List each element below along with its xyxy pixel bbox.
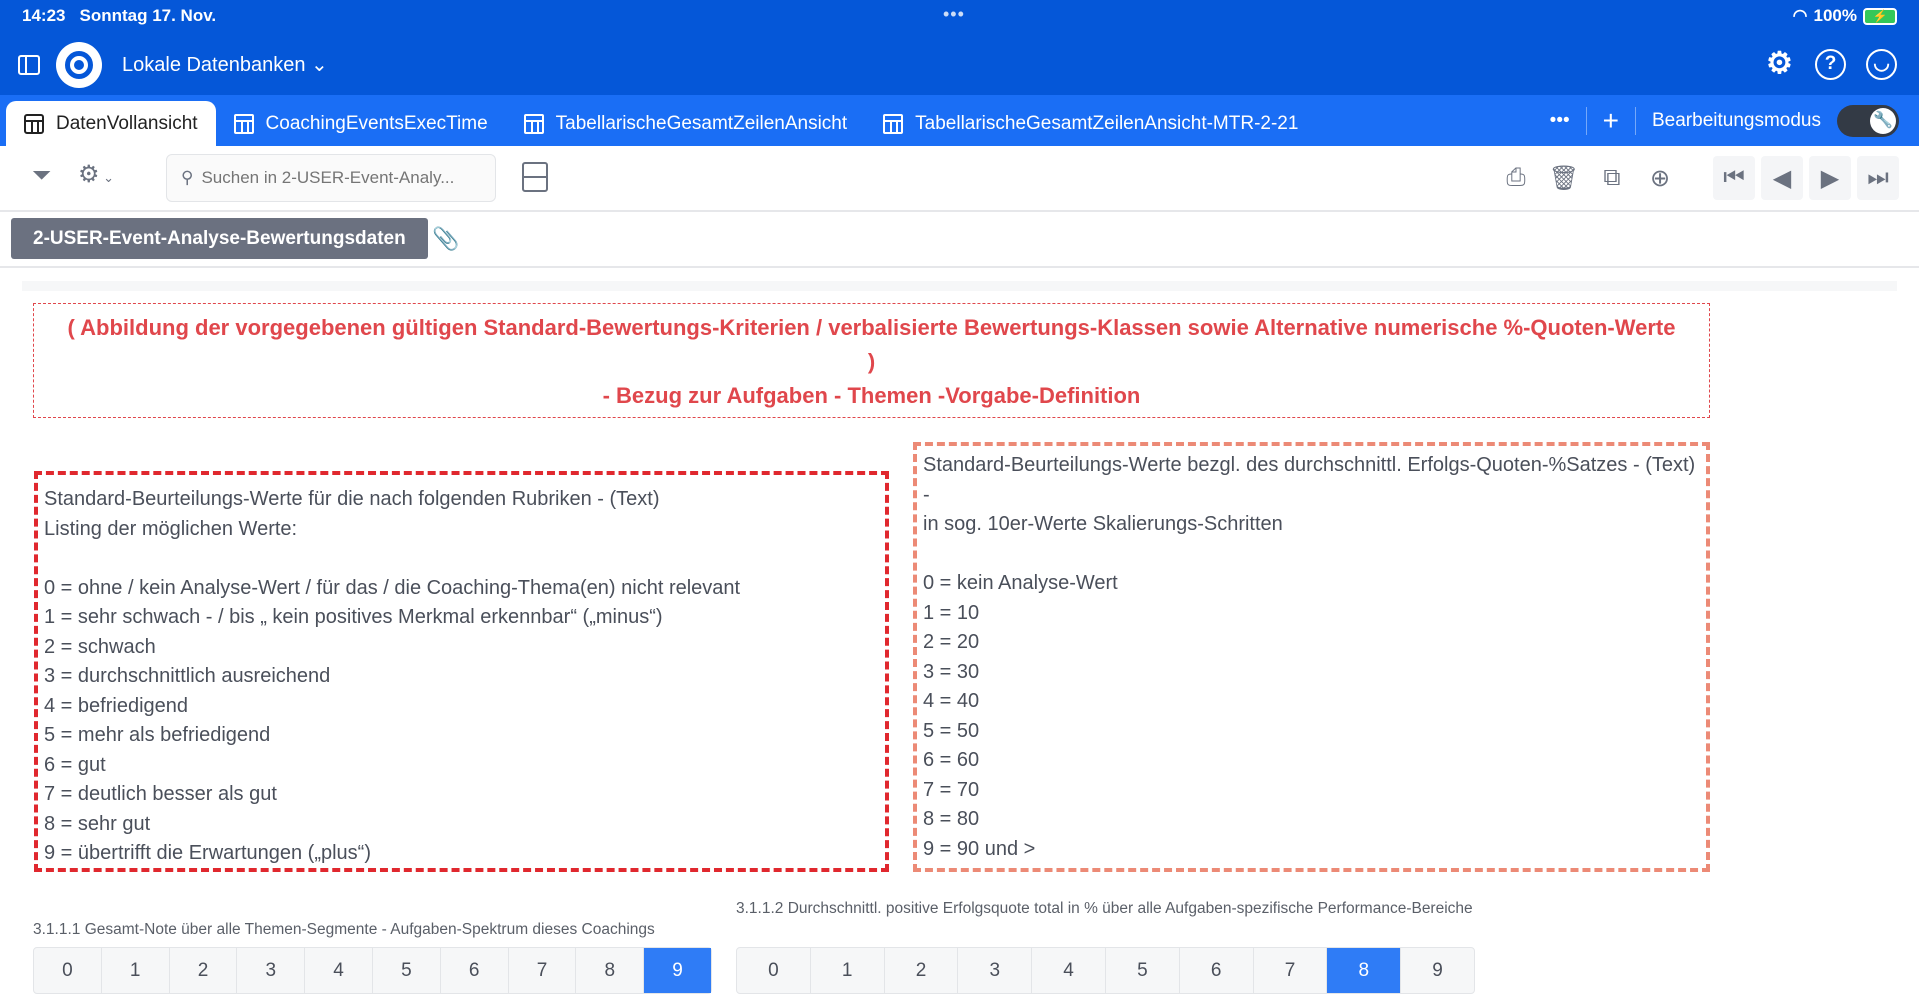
previous-record-icon[interactable]: ◀ [1761, 156, 1803, 200]
field1-option[interactable]: 4 [305, 948, 373, 993]
next-record-icon[interactable]: ▶ [1809, 156, 1851, 200]
field2-option[interactable]: 7 [1254, 948, 1328, 993]
field2-option[interactable]: 0 [737, 948, 811, 993]
tab-label: TabellarischeGesamtZeilenAnsicht [555, 112, 848, 134]
field1-option[interactable]: 2 [170, 948, 238, 993]
field2-option[interactable]: 2 [885, 948, 959, 993]
banner-title: ( Abbildung der vorgegebenen gültigen St… [67, 315, 1676, 374]
tab-label: CoachingEventsExecTime [265, 112, 488, 134]
criteria-banner: ( Abbildung der vorgegebenen gültigen St… [33, 303, 1710, 418]
rating-values-text: Standard-Beurteilungs-Werte für die nach… [44, 488, 741, 864]
wifi-icon: ◠ [1792, 6, 1808, 25]
tab-bar: DatenVollansicht CoachingEventsExecTime … [0, 95, 1919, 146]
percent-values-text: Standard-Beurteilungs-Werte bezgl. des d… [923, 454, 1696, 860]
edit-mode-toggle[interactable]: 🔧 [1837, 104, 1899, 137]
sidebar-toggle-icon[interactable] [18, 54, 40, 75]
help-icon[interactable]: ? [1815, 49, 1846, 80]
field2-label: 3.1.1.2 Durchschnittl. positive Erfolgsq… [736, 900, 1473, 917]
more-tabs-button[interactable]: ••• [1550, 110, 1570, 132]
field2-option[interactable]: 8 [1327, 948, 1402, 993]
copy-icon[interactable]: ⧉ [1591, 156, 1633, 200]
record-title-tab[interactable]: 2-USER-Event-Analyse-Bewertungsdaten [11, 218, 428, 259]
field1-option[interactable]: 7 [509, 948, 577, 993]
chevron-down-icon: ⌄ [311, 54, 328, 76]
field1-option[interactable]: 0 [34, 948, 102, 993]
database-selector[interactable]: Lokale Datenbanken ⌄ [122, 52, 328, 77]
app-logo [56, 41, 102, 88]
attachment-icon[interactable]: 📎 [432, 226, 459, 252]
field2-option[interactable]: 6 [1180, 948, 1254, 993]
table-icon [883, 113, 904, 134]
table-icon [523, 113, 544, 134]
status-time: 14:23 [22, 6, 66, 25]
record-bar: 2-USER-Event-Analyse-Bewertungsdaten 📎 [0, 212, 1919, 268]
field1-option[interactable]: 1 [102, 948, 170, 993]
add-tab-button[interactable]: + [1603, 105, 1619, 137]
field2-option[interactable]: 4 [1032, 948, 1106, 993]
tab-tabellarische-gesamtzeilenansicht-mtr[interactable]: TabellarischeGesamtZeilenAnsicht-MTR-2-2… [865, 101, 1316, 146]
field1-label: 3.1.1.1 Gesamt-Note über alle Themen-Seg… [33, 921, 655, 938]
field2-option[interactable]: 3 [958, 948, 1033, 993]
tab-tabellarische-gesamtzeilenansicht[interactable]: TabellarischeGesamtZeilenAnsicht [506, 101, 865, 146]
account-icon[interactable]: ◡ [1866, 49, 1897, 80]
add-record-icon[interactable]: ⊕ [1639, 156, 1681, 200]
divider [1635, 106, 1636, 135]
search-field[interactable]: ⚲ [166, 154, 496, 202]
edit-mode-label: Bearbeitungsmodus [1652, 109, 1821, 131]
tab-label: DatenVollansicht [56, 112, 198, 134]
tab-label: TabellarischeGesamtZeilenAnsicht-MTR-2-2… [915, 112, 1299, 134]
multitasking-dots-icon[interactable]: ••• [943, 4, 965, 25]
percent-values-box: Standard-Beurteilungs-Werte bezgl. des d… [913, 442, 1710, 872]
first-record-icon[interactable]: ⏮ [1713, 156, 1755, 200]
trash-icon[interactable]: 🗑 [1543, 156, 1585, 200]
tab-datenvollansicht[interactable]: DatenVollansicht [6, 101, 216, 146]
field2-option[interactable]: 9 [1401, 948, 1474, 993]
print-icon[interactable]: ⎙ [1495, 156, 1537, 200]
filter-icon[interactable]: ⏷ [32, 162, 51, 190]
content-separator [22, 281, 1897, 291]
divider [1585, 106, 1587, 135]
banner-subtitle: - Bezug zur Aufgaben - Themen -Vorgabe-D… [602, 383, 1141, 408]
field1-option[interactable]: 9 [644, 948, 711, 993]
battery-percent: 100% [1813, 6, 1857, 25]
field2-segmented-control: 0123456789 [736, 947, 1475, 994]
status-date: Sonntag 17. Nov. [79, 6, 217, 25]
field1-segmented-control: 0123456789 [33, 947, 712, 994]
search-input[interactable] [201, 168, 482, 188]
layout-icon[interactable] [522, 162, 548, 192]
status-bar: 14:23 Sonntag 17. Nov. [22, 6, 230, 26]
rating-values-box: Standard-Beurteilungs-Werte für die nach… [34, 471, 889, 872]
field1-option[interactable]: 8 [576, 948, 645, 993]
search-icon: ⚲ [181, 168, 194, 187]
table-icon [233, 113, 254, 134]
toolbar: ⏷ ⚙ ⌄ ⚲ ⎙ 🗑 ⧉ ⊕ ⏮ ◀ ▶ ⏭ [0, 146, 1919, 212]
database-name: Lokale Datenbanken [122, 54, 306, 76]
top-bar: 14:23 Sonntag 17. Nov. ••• ◠ 100% ⚡ Lokale … [0, 0, 1919, 95]
settings-gear-icon[interactable]: ⚙ [1764, 49, 1795, 80]
field1-option[interactable]: 3 [237, 948, 306, 993]
document-icon [24, 113, 44, 134]
battery-icon: ⚡ [1863, 7, 1897, 25]
last-record-icon[interactable]: ⏭ [1857, 156, 1899, 200]
field1-option[interactable]: 5 [373, 948, 441, 993]
tab-coachingeventsexectime[interactable]: CoachingEventsExecTime [216, 101, 506, 146]
settings-menu-icon[interactable]: ⚙ ⌄ [78, 160, 114, 189]
field1-option[interactable]: 6 [441, 948, 509, 993]
field2-option[interactable]: 5 [1106, 948, 1180, 993]
field2-option[interactable]: 1 [811, 948, 885, 993]
wrench-icon: 🔧 [1870, 107, 1896, 134]
